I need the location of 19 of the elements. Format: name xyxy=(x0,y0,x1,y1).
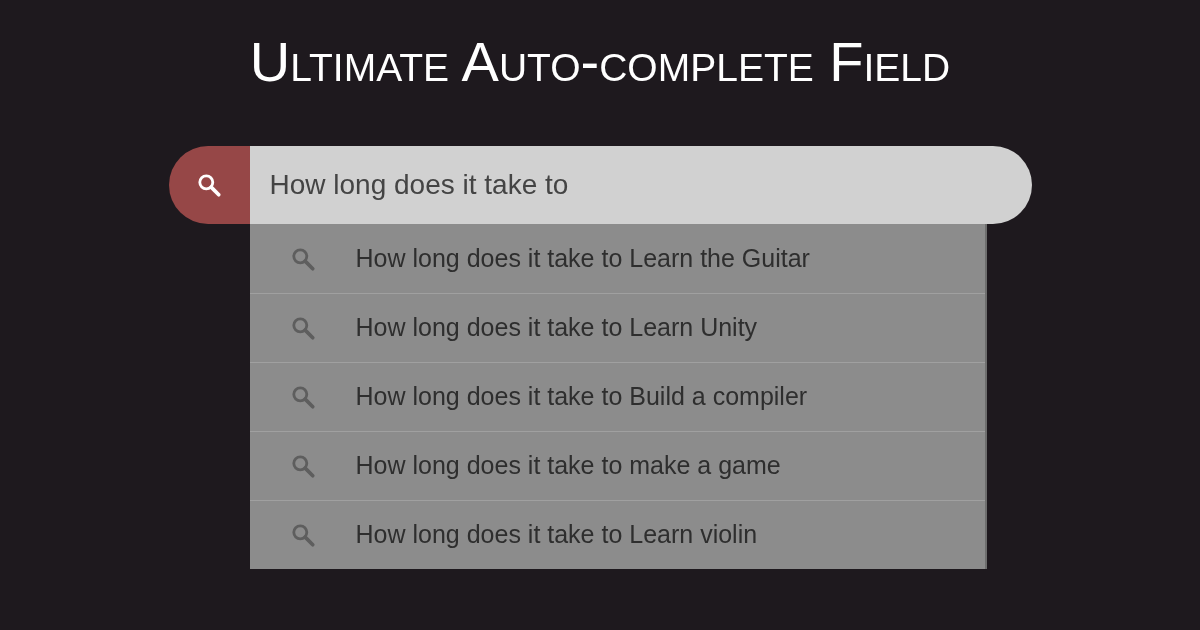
suggestion-text: How long does it take to Learn the Guitar xyxy=(355,242,810,274)
search-icon xyxy=(289,453,316,479)
suggestion-item[interactable]: How long does it take to make a game xyxy=(249,431,985,500)
search-icon xyxy=(289,522,316,548)
search-icon xyxy=(289,384,316,410)
search-icon xyxy=(196,172,222,198)
suggestion-text: How long does it take to Learn violin xyxy=(355,519,758,551)
suggestion-text: How long does it take to make a game xyxy=(355,450,781,482)
page-title: Ultimate Auto-complete Field xyxy=(249,29,951,95)
suggestion-text: How long does it take to Build a compiler xyxy=(355,381,808,413)
search-field[interactable]: How long does it take to xyxy=(249,146,1032,224)
suggestion-text: How long does it take to Learn Unity xyxy=(355,312,758,344)
suggestion-item[interactable]: How long does it take to Learn the Guitar xyxy=(249,224,985,293)
search-icon xyxy=(289,315,316,341)
search-button[interactable] xyxy=(168,146,250,224)
suggestion-item[interactable]: How long does it take to Learn violin xyxy=(249,500,985,569)
suggestion-item[interactable]: How long does it take to Build a compiler xyxy=(249,362,985,431)
search-icon xyxy=(289,245,316,272)
suggestion-item[interactable]: How long does it take to Learn Unity xyxy=(249,293,985,362)
